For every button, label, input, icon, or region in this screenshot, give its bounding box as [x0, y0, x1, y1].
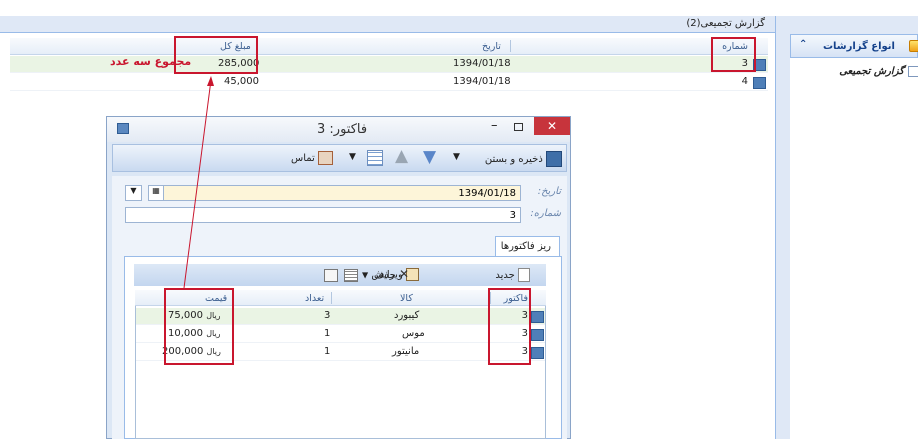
- annotation-arrow: [183, 76, 214, 289]
